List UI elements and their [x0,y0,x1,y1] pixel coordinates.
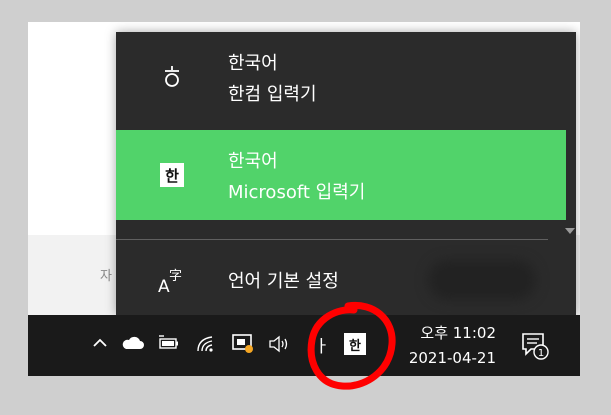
clock-time: 오후 11:02 [420,324,496,342]
chevron-up-icon[interactable] [92,335,108,355]
clock-button[interactable]: 오후 11:02 2021-04-21 [396,321,496,371]
ime-switcher-popup: 한국어 한컴 입력기 한 한국어 Microsoft 입력기 A 字 언어 기본… [116,32,576,315]
notification-count: 1 [538,348,544,359]
ime-option-name: Microsoft 입력기 [228,181,366,203]
background-text: 자 [100,269,112,284]
volume-icon[interactable] [268,335,292,357]
language-preferences-label: 언어 기본 설정 [228,271,339,292]
hangul-ieung-icon [116,64,228,90]
ime-option-microsoft[interactable]: 한 한국어 Microsoft 입력기 [116,130,566,220]
onedrive-cloud-icon[interactable] [121,335,145,355]
language-settings-icon: A 字 [116,265,228,295]
battery-icon[interactable] [156,335,180,355]
taskbar: ㅏ 한 오후 11:02 2021-04-21 1 [28,315,580,376]
svg-text:字: 字 [169,269,182,284]
ime-option-hancom[interactable]: 한국어 한컴 입력기 [116,32,566,122]
desktop-screen: 자 한국어 한컴 입력기 한 한국어 Microsoft 입력기 A 字 언어 … [28,22,580,376]
han-box-icon: 한 [160,163,184,187]
notification-center-button[interactable]: 1 [520,331,550,365]
ime-option-language: 한국어 [228,150,278,172]
menu-divider [116,239,548,240]
scroll-down-arrow-icon[interactable] [565,228,575,234]
blurred-region [428,260,536,300]
clock-date: 2021-04-21 [408,349,496,367]
ime-mode-indicator[interactable]: ㅏ [314,332,330,357]
wifi-icon[interactable] [196,335,216,357]
ime-option-language: 한국어 [228,52,278,74]
meet-now-icon[interactable] [231,333,255,359]
ime-option-name: 한컴 입력기 [228,83,317,105]
language-indicator-button[interactable]: 한 [344,333,366,355]
